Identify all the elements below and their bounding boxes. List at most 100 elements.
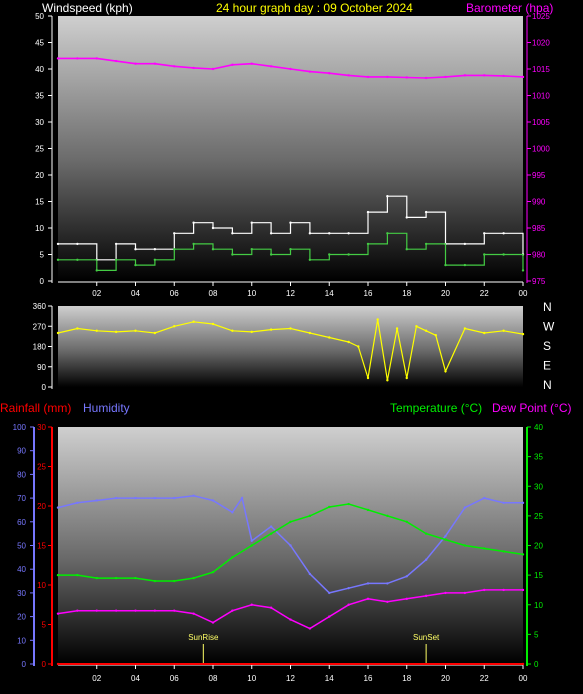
temperature-tick-label: 0 (534, 660, 539, 669)
windspeed-point (56, 258, 60, 261)
windspeed-point (386, 232, 389, 235)
rainfall-tick-label: 15 (37, 542, 46, 551)
barometer-point (95, 57, 98, 60)
chart-title: 24 hour graph day : 09 October 2024 (216, 1, 413, 15)
barometer-point (173, 65, 176, 68)
barometer-tick-label: 1015 (532, 65, 550, 74)
gust-point (328, 232, 331, 235)
temperature-tick-label: 20 (534, 542, 543, 551)
temperature-point (405, 520, 408, 523)
windspeed-point (95, 269, 98, 272)
gust-point (366, 210, 370, 214)
windspeed-point (483, 253, 486, 256)
wind-direction-point (502, 329, 505, 332)
windspeed-point (76, 258, 79, 261)
wind-direction-point (56, 331, 60, 335)
wind-direction-point (250, 330, 253, 334)
wind-direction-point (211, 322, 215, 326)
temp-time-label: 16 (364, 674, 373, 683)
temp-time-label: 18 (402, 674, 411, 683)
humidity-tick-label: 50 (17, 542, 26, 551)
gust-point (250, 221, 253, 224)
barometer-tick-label: 985 (532, 224, 546, 233)
wind-direction-point (328, 336, 331, 339)
humidity-point (463, 506, 467, 509)
wind-time-label: 02 (92, 289, 101, 298)
weather-chart: Windspeed (kph) 24 hour graph day : 09 O… (0, 1, 571, 683)
barometer-point (134, 62, 137, 65)
wind-tick-label: 25 (35, 145, 44, 154)
wind-direction-point (386, 379, 389, 382)
wind-tick-label: 30 (35, 118, 44, 127)
temperature-point (231, 556, 234, 559)
gust-point (386, 195, 389, 198)
temp-time-label: 10 (247, 674, 256, 683)
barometer-point (424, 76, 428, 80)
windspeed-point (308, 258, 312, 261)
wind-direction-point (366, 376, 370, 380)
wind-time-label: 04 (131, 289, 140, 298)
gust-point (231, 232, 234, 235)
wind-time-label: 00 (519, 289, 528, 298)
wind-time-label: 06 (170, 289, 179, 298)
wind-direction-point (114, 330, 118, 334)
barometer-point (250, 62, 253, 65)
wind-tick-label: 50 (35, 12, 44, 21)
wind-direction-point (308, 331, 312, 335)
gust-point (347, 232, 350, 235)
humidity-point (240, 496, 244, 500)
rainfall-tick-label: 0 (42, 660, 47, 669)
gust-point (173, 232, 176, 235)
humidity-point (444, 534, 447, 538)
gust-point (308, 232, 312, 235)
temperature-point (424, 532, 428, 535)
barometer-point (192, 66, 195, 70)
wind-direction-point (173, 325, 176, 328)
temperature-point (192, 576, 195, 580)
temperature-point (114, 576, 118, 580)
barometer-point (76, 57, 79, 60)
temperature-point (76, 573, 79, 577)
temp-time-label: 06 (170, 674, 179, 683)
wind-tick-label: 5 (40, 251, 45, 260)
rainfall-tick-label: 30 (37, 423, 46, 432)
wind-direction-point (347, 340, 350, 344)
barometer-tick-label: 975 (532, 277, 546, 286)
temperature-point (386, 514, 389, 518)
windspeed-point (173, 248, 176, 251)
wind-direction-point (134, 329, 137, 332)
barometer-tick-label: 1025 (532, 12, 550, 21)
humidity-point (521, 501, 525, 505)
temperature-tick-label: 10 (534, 601, 543, 610)
barometer-point (231, 63, 234, 66)
wind-tick-label: 45 (35, 39, 44, 48)
dewpoint-point (328, 615, 331, 618)
humidity-tick-label: 10 (17, 636, 26, 645)
temperature-point (153, 579, 157, 583)
dewpoint-axis-label: Dew Point (°C) (492, 401, 571, 415)
humidity-point (347, 586, 350, 590)
wind-direction-point (483, 331, 486, 335)
barometer-point (153, 62, 157, 65)
wind-tick-label: 10 (35, 224, 44, 233)
wind-direction-point (95, 329, 98, 332)
barometer-tick-label: 1020 (532, 39, 550, 48)
rainfall-tick-label: 5 (42, 621, 47, 630)
direction-tick-label: 360 (33, 302, 47, 311)
dewpoint-point (386, 600, 389, 603)
wind-tick-label: 40 (35, 65, 44, 74)
dewpoint-point (366, 597, 370, 601)
windspeed-point (444, 263, 447, 267)
temp-time-label: 14 (325, 674, 334, 683)
windspeed-point (211, 248, 215, 251)
compass-label: E (543, 359, 551, 373)
barometer-point (444, 75, 447, 79)
humidity-point (502, 501, 505, 505)
barometer-point (308, 70, 312, 73)
windspeed-point (192, 242, 195, 246)
direction-tick-label: 0 (42, 383, 47, 392)
barometer-point (289, 67, 292, 71)
wind-time-label: 12 (286, 289, 295, 298)
humidity-tick-label: 90 (17, 447, 26, 456)
barometer-point (328, 72, 331, 75)
